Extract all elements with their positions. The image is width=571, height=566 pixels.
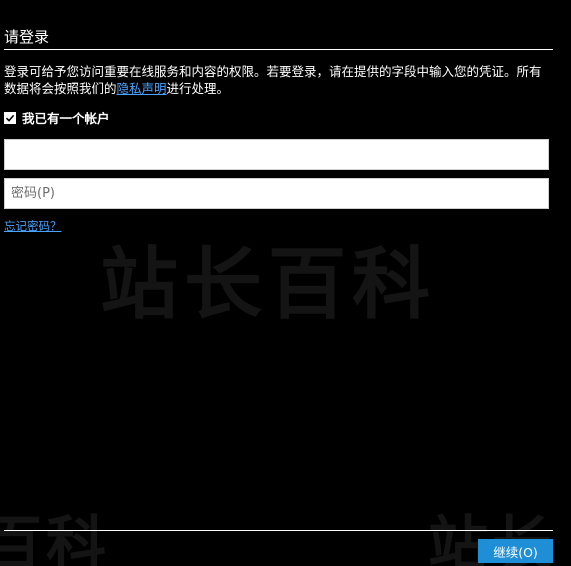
username-input[interactable] [4,139,549,170]
title-divider [4,49,553,50]
dialog-description: 登录可给予您访问重要在线服务和内容的权限。若要登录，请在提供的字段中输入您的凭证… [4,63,553,97]
password-input[interactable] [4,178,549,209]
existing-account-checkbox[interactable] [4,111,16,124]
existing-account-option[interactable]: 我已有一个帐户 [4,108,110,127]
watermark-bottom-left: 百科 [0,510,110,566]
dialog-title: 请登录 [4,28,50,46]
forgot-password-link[interactable]: 忘记密码？ [4,218,62,234]
description-prefix: 登录可给予您访问重要在线服务和内容的权限。若要登录，请在提供的字段中输入您的凭证… [4,64,542,96]
checkmark-icon [5,114,15,122]
watermark-center: 站长百科 [100,240,437,330]
continue-button[interactable]: 继续(O) [478,539,553,563]
footer-divider [4,530,553,531]
description-suffix: 进行处理。 [166,81,230,96]
existing-account-label: 我已有一个帐户 [22,111,110,126]
privacy-statement-link[interactable]: 隐私声明 [117,81,167,96]
